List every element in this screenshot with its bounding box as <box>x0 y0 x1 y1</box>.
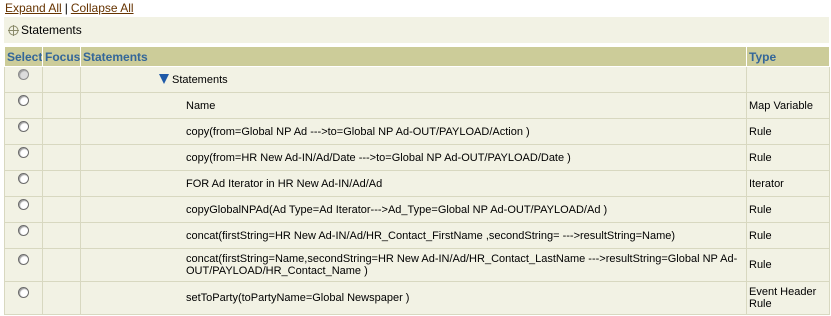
select-cell <box>4 144 43 171</box>
statement-cell: concat(firstString=HR New Ad-IN/Ad/HR_Co… <box>80 222 747 249</box>
type-cell: Rule <box>746 222 830 249</box>
select-radio[interactable] <box>18 224 29 236</box>
type-cell: Iterator <box>746 170 830 197</box>
select-cell <box>4 66 43 93</box>
table-row: copy(from=Global NP Ad --->to=Global NP … <box>4 118 830 145</box>
type-cell: Map Variable <box>746 92 830 119</box>
col-header-select: Select <box>4 46 43 67</box>
statement-cell: copyGlobalNPAd(Ad Type=Ad Iterator--->Ad… <box>80 196 747 223</box>
select-cell <box>4 196 43 223</box>
select-radio[interactable] <box>18 146 29 158</box>
statement-cell: copy(from=Global NP Ad --->to=Global NP … <box>80 118 747 145</box>
table-row: concat(firstString=Name,secondString=HR … <box>4 248 830 282</box>
focus-cell <box>42 196 81 223</box>
type-cell: Rule <box>746 248 830 282</box>
select-radio[interactable] <box>18 120 29 132</box>
col-header-focus: Focus <box>42 46 81 67</box>
select-radio[interactable] <box>18 94 29 106</box>
focus-cell <box>42 248 81 282</box>
focus-cell <box>42 66 81 93</box>
expand-all-link[interactable]: Expand All <box>5 1 62 15</box>
breadcrumb-statements[interactable]: Statements <box>21 23 82 37</box>
type-cell <box>746 66 830 93</box>
select-radio[interactable] <box>18 287 29 298</box>
statement-cell: Statements <box>80 66 747 93</box>
select-cell <box>4 170 43 197</box>
statement-cell: FOR Ad Iterator in HR New Ad-IN/Ad/Ad <box>80 170 747 197</box>
table-row: copyGlobalNPAd(Ad Type=Ad Iterator--->Ad… <box>4 196 830 223</box>
select-cell <box>4 118 43 145</box>
focus-cell <box>42 144 81 171</box>
focus-cell <box>42 222 81 249</box>
table-row: Name Map Variable <box>4 92 830 119</box>
focus-breadcrumb-bar: Statements <box>4 17 829 43</box>
collapse-all-link[interactable]: Collapse All <box>71 1 134 15</box>
select-cell <box>4 92 43 119</box>
col-header-type: Type <box>746 46 830 67</box>
statements-tree-table: Select Focus Statements Type Statements … <box>4 46 830 315</box>
statement-cell: Name <box>80 92 747 119</box>
table-row: setToParty(toPartyName=Global Newspaper … <box>4 281 830 315</box>
collapse-triangle-icon[interactable] <box>159 74 169 84</box>
type-cell: Rule <box>746 118 830 145</box>
table-row: FOR Ad Iterator in HR New Ad-IN/Ad/Ad It… <box>4 170 830 197</box>
select-radio[interactable] <box>18 198 29 210</box>
tree-toolbar: Expand All | Collapse All <box>5 1 134 15</box>
select-cell <box>4 222 43 249</box>
focus-cell <box>42 281 81 315</box>
table-row-root: Statements <box>4 66 830 93</box>
focus-cell <box>42 92 81 119</box>
select-radio[interactable] <box>18 68 29 80</box>
select-radio[interactable] <box>18 254 29 265</box>
col-header-statements: Statements <box>80 46 747 67</box>
statement-cell: copy(from=HR New Ad-IN/Ad/Date --->to=Gl… <box>80 144 747 171</box>
type-cell: Rule <box>746 196 830 223</box>
focus-cell <box>42 170 81 197</box>
crosshair-icon <box>8 25 19 36</box>
statement-cell: concat(firstString=Name,secondString=HR … <box>80 248 747 282</box>
select-cell <box>4 248 43 282</box>
select-radio[interactable] <box>18 172 29 184</box>
root-statements-label: Statements <box>172 74 228 86</box>
table-row: copy(from=HR New Ad-IN/Ad/Date --->to=Gl… <box>4 144 830 171</box>
type-cell: Event Header Rule <box>746 281 830 315</box>
type-cell: Rule <box>746 144 830 171</box>
table-header-row: Select Focus Statements Type <box>4 46 830 67</box>
select-cell <box>4 281 43 315</box>
link-separator: | <box>64 1 68 15</box>
table-row: concat(firstString=HR New Ad-IN/Ad/HR_Co… <box>4 222 830 249</box>
focus-cell <box>42 118 81 145</box>
statement-cell: setToParty(toPartyName=Global Newspaper … <box>80 281 747 315</box>
